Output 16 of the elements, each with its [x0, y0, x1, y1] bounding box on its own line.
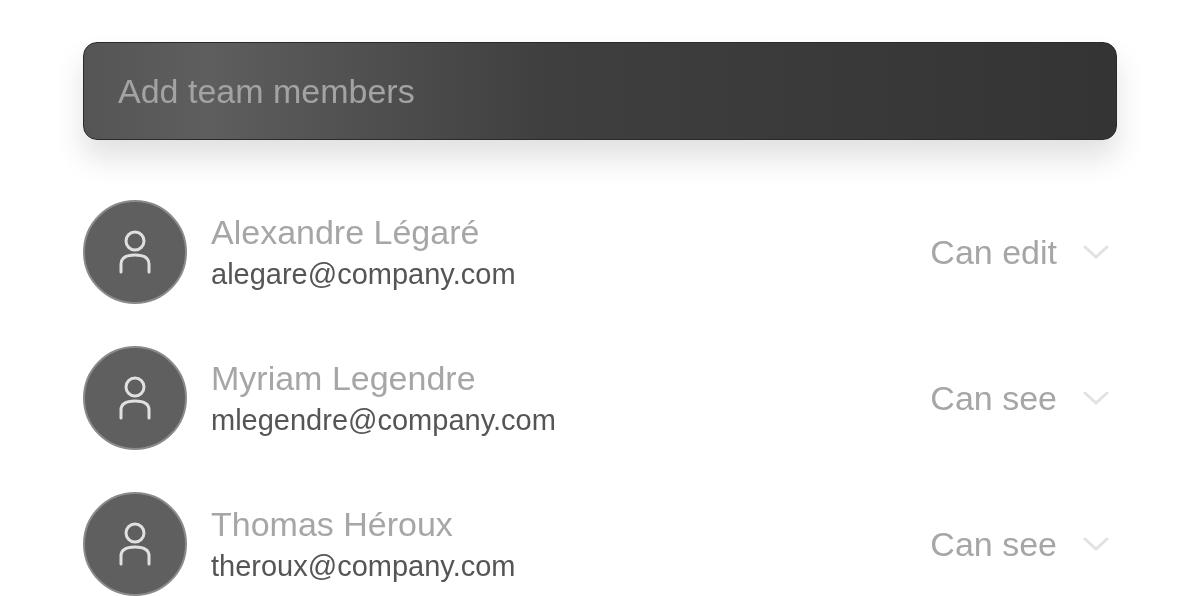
- permission-dropdown[interactable]: Can see: [930, 372, 1109, 424]
- search-field[interactable]: Add team members: [83, 42, 1117, 140]
- chevron-down-icon: [1083, 244, 1109, 260]
- member-email: mlegendre@company.com: [211, 403, 556, 438]
- member-name: Thomas Héroux: [211, 504, 454, 545]
- member-email: theroux@company.com: [211, 549, 516, 584]
- member-email: alegare@company.com: [211, 257, 516, 292]
- member-name: Alexandre Légaré: [211, 212, 481, 253]
- avatar-icon: [83, 346, 187, 450]
- chevron-down-icon: [1083, 390, 1109, 406]
- member-name: Myriam Legendre: [211, 358, 477, 399]
- avatar-icon: [83, 492, 187, 596]
- avatar-icon: [83, 200, 187, 304]
- permission-dropdown[interactable]: Can see: [930, 518, 1109, 570]
- chevron-down-icon: [1083, 536, 1109, 552]
- permission-dropdown[interactable]: Can edit: [930, 226, 1109, 278]
